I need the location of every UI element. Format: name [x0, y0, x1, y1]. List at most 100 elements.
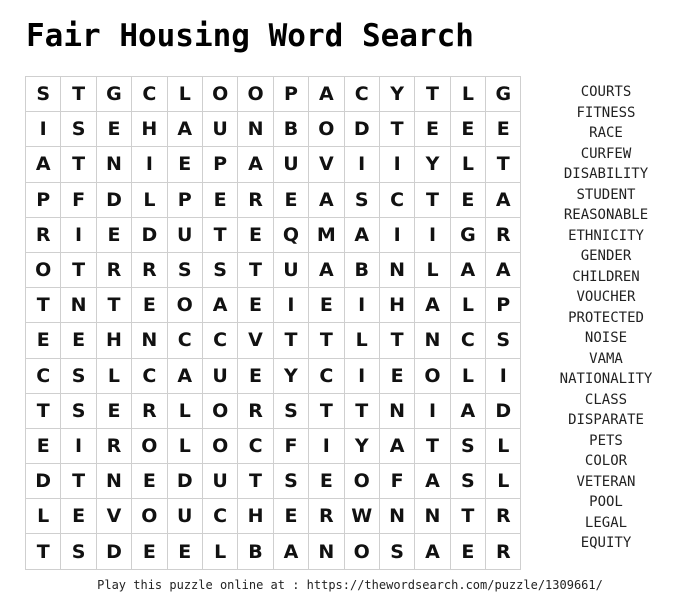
grid-cell[interactable]: U	[166, 216, 203, 253]
grid-cell[interactable]: S	[272, 463, 310, 500]
grid-cell[interactable]: S	[166, 251, 203, 289]
grid-cell[interactable]: R	[308, 498, 345, 535]
grid-cell[interactable]: H	[95, 322, 133, 359]
grid-cell[interactable]: R	[131, 392, 168, 429]
grid-cell[interactable]: U	[201, 357, 239, 394]
grid-cell[interactable]: C	[237, 427, 274, 465]
grid-cell[interactable]: M	[308, 216, 345, 253]
grid-cell[interactable]: T	[201, 216, 239, 253]
grid-cell[interactable]: A	[24, 146, 62, 183]
grid-cell[interactable]: E	[449, 111, 487, 148]
grid-cell[interactable]: T	[308, 392, 345, 429]
grid-cell[interactable]: T	[414, 181, 451, 218]
grid-cell[interactable]: N	[237, 111, 274, 148]
grid-cell[interactable]: T	[378, 322, 416, 359]
grid-cell[interactable]: T	[60, 75, 97, 113]
grid-cell[interactable]: E	[308, 463, 345, 500]
grid-cell[interactable]: D	[166, 463, 203, 500]
grid-cell[interactable]: A	[485, 181, 522, 218]
grid-cell[interactable]: D	[24, 463, 62, 500]
grid-cell[interactable]: N	[95, 146, 133, 183]
grid-cell[interactable]: H	[378, 287, 416, 324]
grid-cell[interactable]: S	[449, 427, 487, 465]
grid-cell[interactable]: C	[449, 322, 487, 359]
grid-cell[interactable]: I	[414, 216, 451, 253]
grid-cell[interactable]: A	[272, 533, 310, 570]
grid-cell[interactable]: V	[95, 498, 133, 535]
grid-cell[interactable]: N	[308, 533, 345, 570]
grid-cell[interactable]: L	[166, 75, 203, 113]
grid-cell[interactable]: U	[201, 111, 239, 148]
grid-cell[interactable]: T	[237, 251, 274, 289]
grid-cell[interactable]: E	[60, 498, 97, 535]
grid-cell[interactable]: I	[343, 357, 380, 394]
grid-cell[interactable]: O	[131, 427, 168, 465]
grid-cell[interactable]: E	[414, 111, 451, 148]
grid-cell[interactable]: O	[24, 251, 62, 289]
grid-cell[interactable]: T	[24, 392, 62, 429]
grid-cell[interactable]: E	[95, 392, 133, 429]
grid-cell[interactable]: L	[449, 357, 487, 394]
grid-cell[interactable]: I	[414, 392, 451, 429]
grid-cell[interactable]: S	[24, 75, 62, 113]
grid-cell[interactable]: L	[343, 322, 380, 359]
grid-cell[interactable]: T	[414, 427, 451, 465]
grid-cell[interactable]: T	[272, 322, 310, 359]
grid-cell[interactable]: S	[60, 357, 97, 394]
grid-cell[interactable]: T	[60, 146, 97, 183]
grid-cell[interactable]: O	[201, 75, 239, 113]
grid-cell[interactable]: C	[166, 322, 203, 359]
grid-cell[interactable]: T	[449, 498, 487, 535]
grid-cell[interactable]: N	[95, 463, 133, 500]
grid-cell[interactable]: E	[237, 357, 274, 394]
grid-cell[interactable]: A	[308, 75, 345, 113]
grid-cell[interactable]: O	[414, 357, 451, 394]
grid-cell[interactable]: C	[378, 181, 416, 218]
grid-cell[interactable]: I	[60, 216, 97, 253]
grid-cell[interactable]: S	[60, 392, 97, 429]
grid-cell[interactable]: E	[166, 146, 203, 183]
grid-cell[interactable]: C	[131, 75, 168, 113]
grid-cell[interactable]: N	[414, 322, 451, 359]
grid-cell[interactable]: E	[237, 216, 274, 253]
grid-cell[interactable]: I	[24, 111, 62, 148]
grid-cell[interactable]: R	[131, 251, 168, 289]
grid-cell[interactable]: E	[449, 181, 487, 218]
grid-cell[interactable]: E	[95, 216, 133, 253]
grid-cell[interactable]: R	[95, 251, 133, 289]
grid-cell[interactable]: P	[485, 287, 522, 324]
grid-cell[interactable]: A	[237, 146, 274, 183]
grid-cell[interactable]: Y	[272, 357, 310, 394]
grid-cell[interactable]: L	[166, 392, 203, 429]
grid-cell[interactable]: D	[95, 533, 133, 570]
grid-cell[interactable]: R	[485, 533, 522, 570]
grid-cell[interactable]: L	[166, 427, 203, 465]
grid-cell[interactable]: U	[201, 463, 239, 500]
grid-cell[interactable]: A	[201, 287, 239, 324]
grid-cell[interactable]: N	[60, 287, 97, 324]
grid-cell[interactable]: E	[237, 287, 274, 324]
grid-cell[interactable]: L	[95, 357, 133, 394]
grid-cell[interactable]: I	[378, 216, 416, 253]
grid-cell[interactable]: S	[272, 392, 310, 429]
grid-cell[interactable]: E	[95, 111, 133, 148]
grid-cell[interactable]: L	[24, 498, 62, 535]
grid-cell[interactable]: R	[237, 392, 274, 429]
grid-cell[interactable]: E	[24, 322, 62, 359]
grid-cell[interactable]: T	[60, 251, 97, 289]
grid-cell[interactable]: T	[24, 287, 62, 324]
grid-cell[interactable]: O	[131, 498, 168, 535]
grid-cell[interactable]: P	[24, 181, 62, 218]
grid-cell[interactable]: A	[166, 357, 203, 394]
grid-cell[interactable]: T	[308, 322, 345, 359]
grid-cell[interactable]: F	[60, 181, 97, 218]
grid-cell[interactable]: B	[343, 251, 380, 289]
grid-cell[interactable]: S	[60, 111, 97, 148]
grid-cell[interactable]: Q	[272, 216, 310, 253]
grid-cell[interactable]: T	[24, 533, 62, 570]
grid-cell[interactable]: D	[485, 392, 522, 429]
grid-cell[interactable]: I	[272, 287, 310, 324]
grid-cell[interactable]: Y	[414, 146, 451, 183]
grid-cell[interactable]: R	[95, 427, 133, 465]
grid-cell[interactable]: I	[343, 287, 380, 324]
